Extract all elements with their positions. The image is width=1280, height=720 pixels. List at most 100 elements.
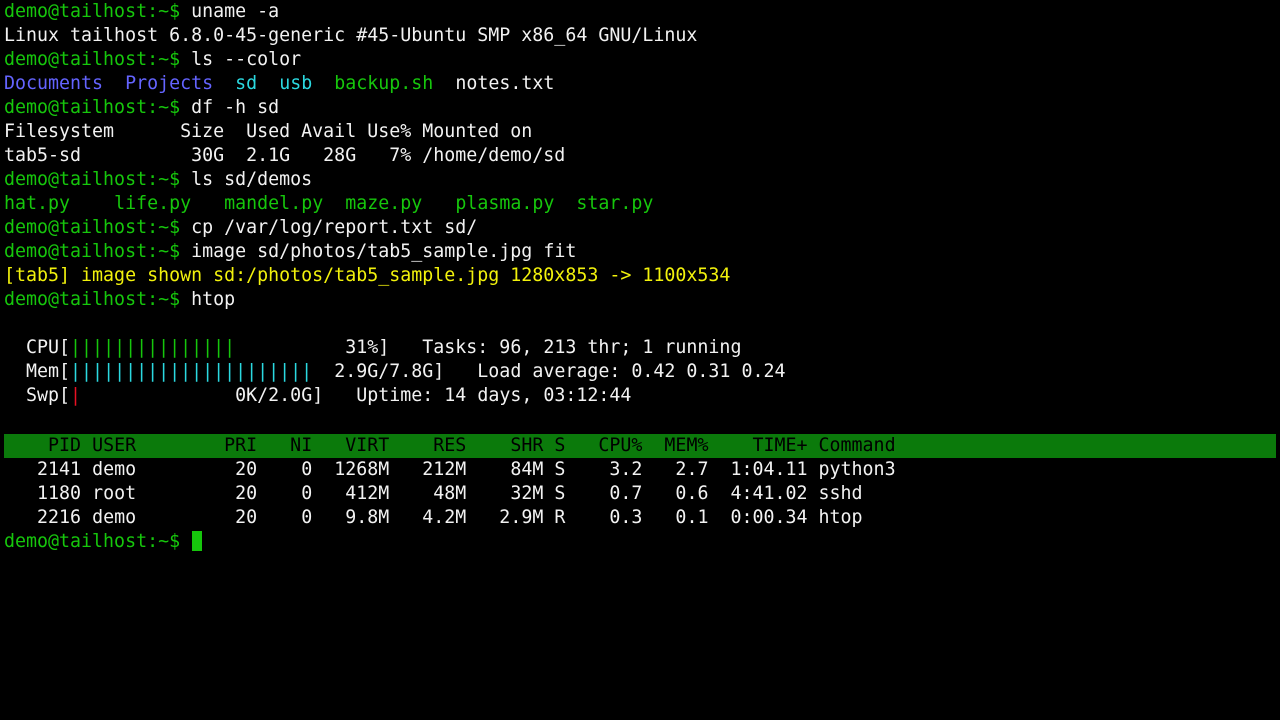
process-s: R	[554, 507, 588, 528]
process-cpu: 3.2	[587, 459, 654, 480]
process-res: 212M	[400, 459, 478, 480]
column-header-res[interactable]: RES	[400, 435, 477, 456]
column-header-virt[interactable]: VIRT	[323, 435, 400, 456]
uptime-info: Uptime: 14 days, 03:12:44	[356, 385, 632, 406]
command-line[interactable]: demo@tailhost:~$	[4, 530, 1276, 554]
command-text: ls --color	[191, 49, 302, 70]
mem-meter: Mem[|||||||||||||||||||||| 2.9G/7.8G] Lo…	[4, 360, 1276, 384]
process-ni: 0	[268, 507, 324, 528]
process-time: 4:41.02	[719, 483, 819, 504]
process-user: root	[92, 483, 203, 504]
column-header-mem[interactable]: MEM%	[653, 435, 719, 456]
shell-prompt: demo@tailhost:~$	[4, 97, 181, 118]
shell-prompt: demo@tailhost:~$	[4, 241, 181, 262]
process-s: S	[554, 459, 588, 480]
demo-file: maze.py	[345, 193, 423, 214]
link-entry: usb	[279, 73, 313, 94]
process-mem: 0.6	[653, 483, 720, 504]
command-line: demo@tailhost:~$ cp /var/log/report.txt …	[4, 216, 1276, 240]
column-header-time[interactable]: TIME+	[719, 435, 818, 456]
tasks-info: Tasks: 96, 213 thr; 1 running	[422, 337, 742, 358]
process-row[interactable]: 2141 demo 20 0 1268M 212M 84M S 3.2 2.7 …	[4, 458, 1276, 482]
process-mem: 0.1	[653, 507, 720, 528]
shell-prompt: demo@tailhost:~$	[4, 217, 181, 238]
process-pri: 20	[202, 483, 269, 504]
command-line: demo@tailhost:~$ ls sd/demos	[4, 168, 1276, 192]
process-command: python3	[818, 459, 896, 480]
shell-prompt: demo@tailhost:~$	[4, 49, 181, 70]
process-virt: 412M	[323, 483, 401, 504]
ls-output: Documents Projects sd usb backup.sh note…	[4, 72, 1276, 96]
mem-value: 2.9G/7.8G]	[334, 361, 445, 382]
command-line: demo@tailhost:~$ image sd/photos/tab5_sa…	[4, 240, 1276, 264]
command-text: cp /var/log/report.txt sd/	[191, 217, 478, 238]
process-ni: 0	[268, 459, 324, 480]
process-time: 1:04.11	[719, 459, 819, 480]
shell-prompt: demo@tailhost:~$	[4, 169, 181, 190]
mem-label: Mem[	[26, 361, 71, 382]
process-virt: 9.8M	[323, 507, 401, 528]
process-res: 48M	[400, 483, 478, 504]
process-s: S	[554, 483, 588, 504]
terminal-window[interactable]: demo@tailhost:~$ uname -a Linux tailhost…	[4, 0, 1276, 554]
column-header-shr[interactable]: SHR	[477, 435, 554, 456]
process-cpu: 0.3	[587, 507, 654, 528]
command-text: ls sd/demos	[191, 169, 313, 190]
demo-file: mandel.py	[224, 193, 324, 214]
file-entry: notes.txt	[455, 73, 555, 94]
cpu-label: CPU[	[26, 337, 71, 358]
df-row: tab5-sd 30G 2.1G 28G 7% /home/demo/sd	[4, 145, 566, 166]
demo-file: hat.py	[4, 193, 71, 214]
column-header-s[interactable]: S	[554, 435, 587, 456]
demo-file: plasma.py	[455, 193, 555, 214]
executable-entry: backup.sh	[334, 73, 434, 94]
mem-bar: ||||||||||||||||||||||	[70, 361, 313, 382]
process-user: demo	[92, 459, 203, 480]
command-text: df -h sd	[191, 97, 280, 118]
process-user: demo	[92, 507, 203, 528]
column-header-pri[interactable]: PRI	[202, 435, 268, 456]
column-header-pid[interactable]: PID	[4, 435, 92, 456]
process-mem: 2.7	[653, 459, 720, 480]
process-table-header[interactable]: PID USER PRI NI VIRT RES SHR S CPU% MEM%…	[4, 434, 1276, 458]
command-text: uname -a	[191, 1, 280, 22]
link-entry: sd	[235, 73, 258, 94]
load-info: Load average: 0.42 0.31 0.24	[477, 361, 786, 382]
process-pri: 20	[202, 459, 269, 480]
swp-bar: |	[70, 385, 82, 406]
column-header-cpu[interactable]: CPU%	[587, 435, 653, 456]
process-command: htop	[818, 507, 863, 528]
column-header-command[interactable]: Command	[819, 435, 896, 456]
process-command: sshd	[818, 483, 863, 504]
process-cpu: 0.7	[587, 483, 654, 504]
cpu-meter: CPU[||||||||||||||| 31%] Tasks: 96, 213 …	[4, 336, 1276, 360]
process-pri: 20	[202, 507, 269, 528]
command-line: demo@tailhost:~$ uname -a	[4, 0, 1276, 24]
demo-file: star.py	[576, 193, 654, 214]
column-header-user[interactable]: USER	[92, 435, 202, 456]
process-row[interactable]: 2216 demo 20 0 9.8M 4.2M 2.9M R 0.3 0.1 …	[4, 506, 1276, 530]
process-ni: 0	[268, 483, 324, 504]
command-text: htop	[191, 289, 236, 310]
swp-value: 0K/2.0G]	[235, 385, 324, 406]
command-line: demo@tailhost:~$ ls --color	[4, 48, 1276, 72]
process-pid: 1180	[4, 483, 93, 504]
cpu-bar: |||||||||||||||	[70, 337, 236, 358]
command-line: demo@tailhost:~$ htop	[4, 288, 1276, 312]
command-text: image sd/photos/tab5_sample.jpg fit	[191, 241, 577, 262]
process-row[interactable]: 1180 root 20 0 412M 48M 32M S 0.7 0.6 4:…	[4, 482, 1276, 506]
image-notice: [tab5] image shown sd:/photos/tab5_sampl…	[4, 265, 731, 286]
cpu-value: 31%]	[345, 337, 390, 358]
directory-entry: Projects	[125, 73, 214, 94]
column-header-ni[interactable]: NI	[268, 435, 323, 456]
command-output: Linux tailhost 6.8.0-45-generic #45-Ubun…	[4, 25, 698, 46]
df-header: Filesystem Size Used Avail Use% Mounted …	[4, 121, 533, 142]
demo-file: life.py	[114, 193, 192, 214]
process-res: 4.2M	[400, 507, 478, 528]
process-table: 2141 demo 20 0 1268M 212M 84M S 3.2 2.7 …	[4, 458, 1276, 530]
shell-prompt: demo@tailhost:~$	[4, 1, 181, 22]
process-shr: 84M	[477, 459, 555, 480]
demos-listing: hat.py life.py mandel.py maze.py plasma.…	[4, 192, 1276, 216]
command-line: demo@tailhost:~$ df -h sd	[4, 96, 1276, 120]
shell-prompt: demo@tailhost:~$	[4, 289, 181, 310]
